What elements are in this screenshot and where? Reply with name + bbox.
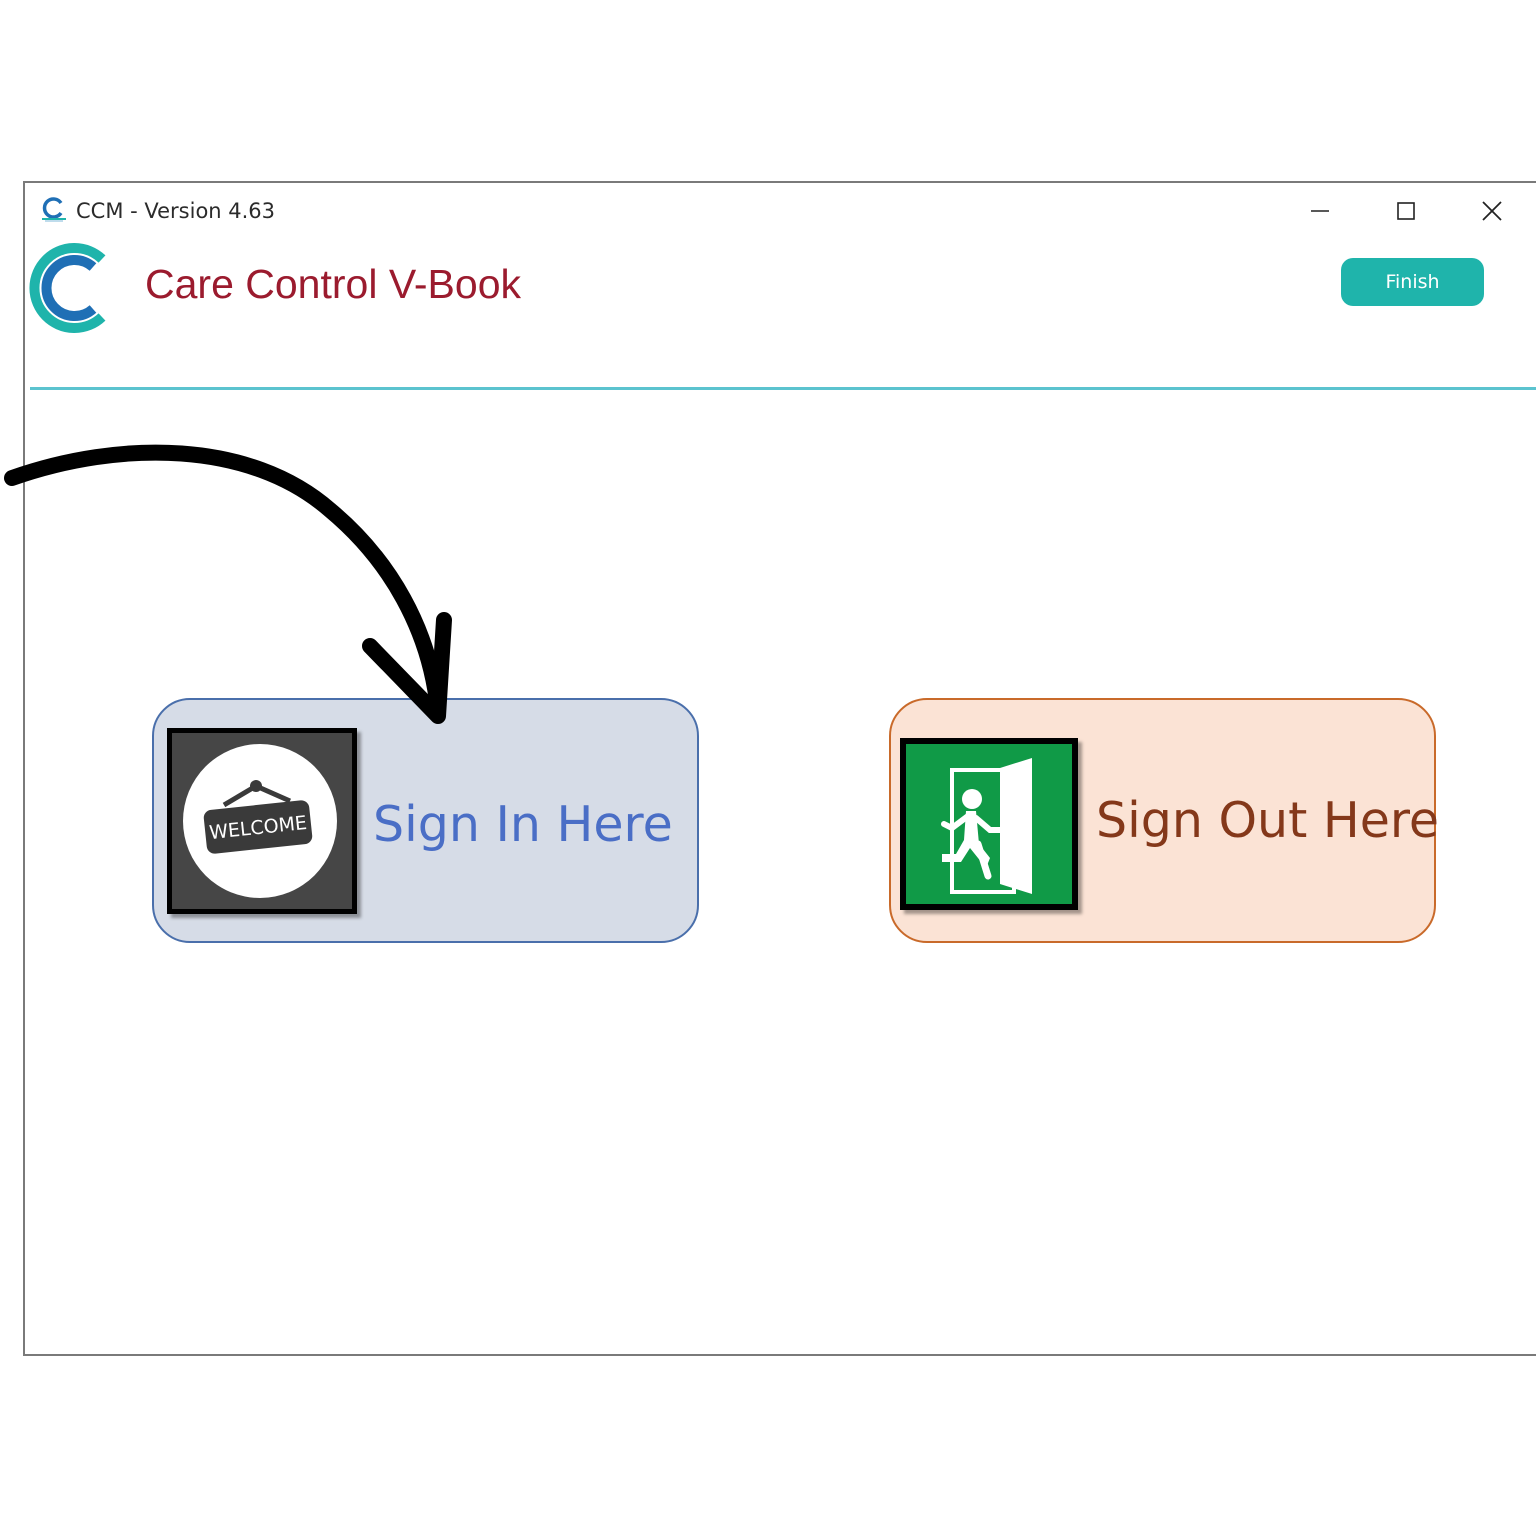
header-divider (30, 387, 1536, 390)
welcome-sign-tile: WELCOME (167, 728, 357, 914)
curved-arrow-icon (4, 444, 452, 724)
maximize-button[interactable] (1383, 191, 1429, 231)
app-logo-icon (42, 197, 66, 222)
welcome-sign-icon: WELCOME (183, 744, 337, 898)
finish-button[interactable]: Finish (1341, 258, 1484, 306)
sign-out-button[interactable]: Sign Out Here (889, 698, 1440, 943)
exit-sign-tile (900, 738, 1078, 910)
app-window: CCM - Version 4.63 Care Control V-Book F… (23, 181, 1536, 1356)
minimize-button[interactable] (1297, 191, 1343, 231)
window-title: CCM - Version 4.63 (76, 199, 276, 223)
exit-door-icon (941, 758, 1032, 894)
sign-in-label: Sign In Here (373, 796, 673, 853)
app-title: Care Control V-Book (145, 261, 522, 307)
close-button[interactable] (1469, 191, 1515, 231)
app-header: Care Control V-Book Finish (25, 237, 1536, 390)
care-control-logo-icon (29, 243, 106, 333)
title-bar[interactable]: CCM - Version 4.63 (25, 183, 1536, 239)
maximize-icon (1397, 202, 1415, 220)
sign-out-label: Sign Out Here (1096, 792, 1440, 849)
minimize-icon (1311, 210, 1329, 212)
close-icon (1482, 201, 1502, 221)
